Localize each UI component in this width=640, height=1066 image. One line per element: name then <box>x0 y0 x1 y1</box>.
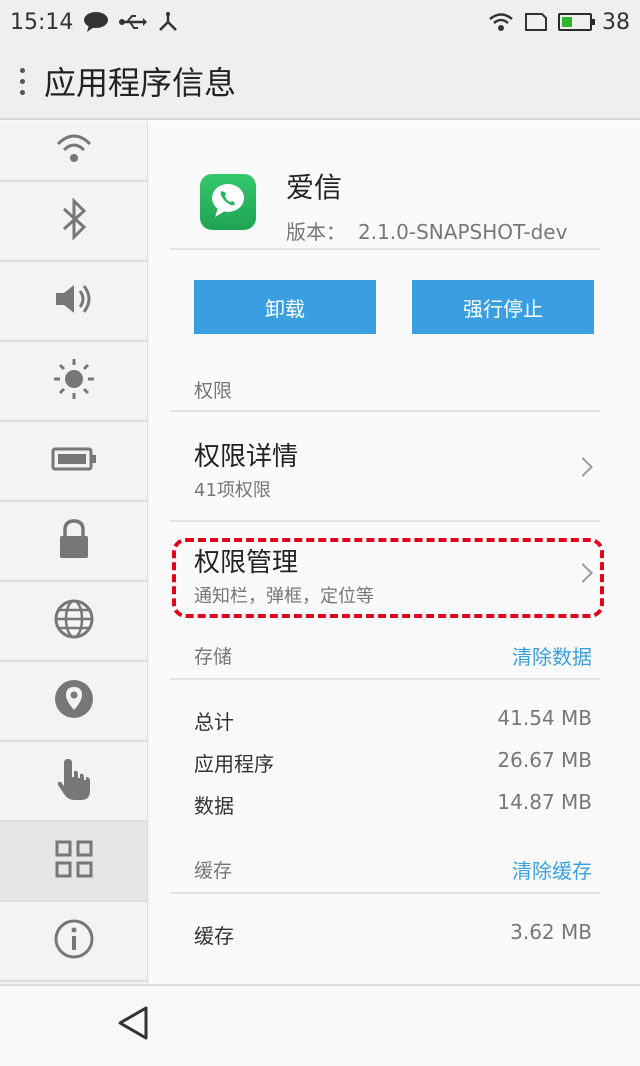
permissions-section-label: 权限 <box>194 380 233 402</box>
storage-data-value: 14.87 MB <box>497 790 592 814</box>
divider <box>170 520 600 522</box>
storage-data-label: 数据 <box>194 794 234 818</box>
permission-details-sub: 41项权限 <box>194 480 271 501</box>
app-name: 爱信 <box>286 171 343 204</box>
divider <box>170 678 600 680</box>
uninstall-button[interactable]: 卸载 <box>194 280 376 334</box>
clear-data-button[interactable]: 清除数据 <box>512 641 592 670</box>
clear-cache-button[interactable]: 清除缓存 <box>512 855 592 884</box>
permission-details-title: 权限详情 <box>194 442 299 472</box>
version-label: 版本： <box>286 220 346 244</box>
cache-section-label: 缓存 <box>194 860 233 882</box>
sidebar-item-battery[interactable] <box>0 422 147 502</box>
battery-icon <box>558 13 595 31</box>
bluetooth-icon <box>56 197 92 245</box>
cache-label: 缓存 <box>194 924 234 948</box>
sidebar-item-bluetooth[interactable] <box>0 182 147 262</box>
location-icon <box>52 677 96 725</box>
sidebar-item-location[interactable] <box>0 662 147 742</box>
sidebar-item-language[interactable] <box>0 582 147 662</box>
title-bar: 应用程序信息 <box>0 44 640 120</box>
chat-bubble-icon <box>83 11 109 33</box>
touch-icon <box>54 755 94 807</box>
page-title: 应用程序信息 <box>44 64 237 102</box>
battery-percent: 38 <box>602 9 630 35</box>
app-info-panel: 爱信 版本： 2.1.0-SNAPSHOT-dev 卸载 强行停止 权限 权限详情… <box>150 122 640 984</box>
sidebar-item-wifi[interactable] <box>0 122 147 182</box>
info-icon <box>52 917 96 965</box>
force-stop-button[interactable]: 强行停止 <box>412 280 594 334</box>
chat-phone-icon <box>208 180 248 224</box>
brightness-icon <box>52 357 96 405</box>
status-bar: 15:14 38 <box>0 0 640 44</box>
divider <box>170 410 600 412</box>
battery-fill <box>562 17 572 27</box>
sidebar-item-apps[interactable] <box>0 822 147 902</box>
status-time: 15:14 <box>10 9 74 35</box>
debug-icon <box>157 11 179 33</box>
apps-grid-icon <box>54 839 94 883</box>
highlight-annotation <box>172 538 604 618</box>
storage-app-label: 应用程序 <box>194 752 274 776</box>
sidebar-item-brightness[interactable] <box>0 342 147 422</box>
globe-icon <box>52 597 96 645</box>
sidebar-item-volume[interactable] <box>0 262 147 342</box>
sim-icon <box>524 12 548 32</box>
cache-value: 3.62 MB <box>510 920 592 944</box>
menu-dots-icon[interactable] <box>0 67 44 95</box>
battery-icon <box>51 446 97 476</box>
divider <box>170 892 600 894</box>
storage-total-value: 41.54 MB <box>497 706 592 730</box>
sidebar-item-security[interactable] <box>0 502 147 582</box>
wifi-icon <box>488 12 514 32</box>
app-icon <box>200 174 256 230</box>
lock-icon <box>56 517 92 565</box>
app-header: 爱信 版本： 2.1.0-SNAPSHOT-dev <box>200 162 567 245</box>
storage-total-label: 总计 <box>194 710 234 734</box>
app-version: 版本： 2.1.0-SNAPSHOT-dev <box>286 216 567 245</box>
version-value: 2.1.0-SNAPSHOT-dev <box>358 220 568 244</box>
sidebar-item-gestures[interactable] <box>0 742 147 822</box>
volume-icon <box>52 279 96 323</box>
settings-sidebar <box>0 122 148 984</box>
storage-app-value: 26.67 MB <box>497 748 592 772</box>
divider <box>170 248 600 250</box>
wifi-icon <box>54 132 94 170</box>
back-triangle-icon <box>116 1005 150 1045</box>
usb-icon <box>119 12 148 32</box>
navigation-bar <box>0 984 640 1066</box>
chevron-right-icon <box>573 457 593 477</box>
sidebar-item-about[interactable] <box>0 902 147 982</box>
back-button[interactable] <box>114 1006 152 1044</box>
storage-section-label: 存储 <box>194 646 233 668</box>
